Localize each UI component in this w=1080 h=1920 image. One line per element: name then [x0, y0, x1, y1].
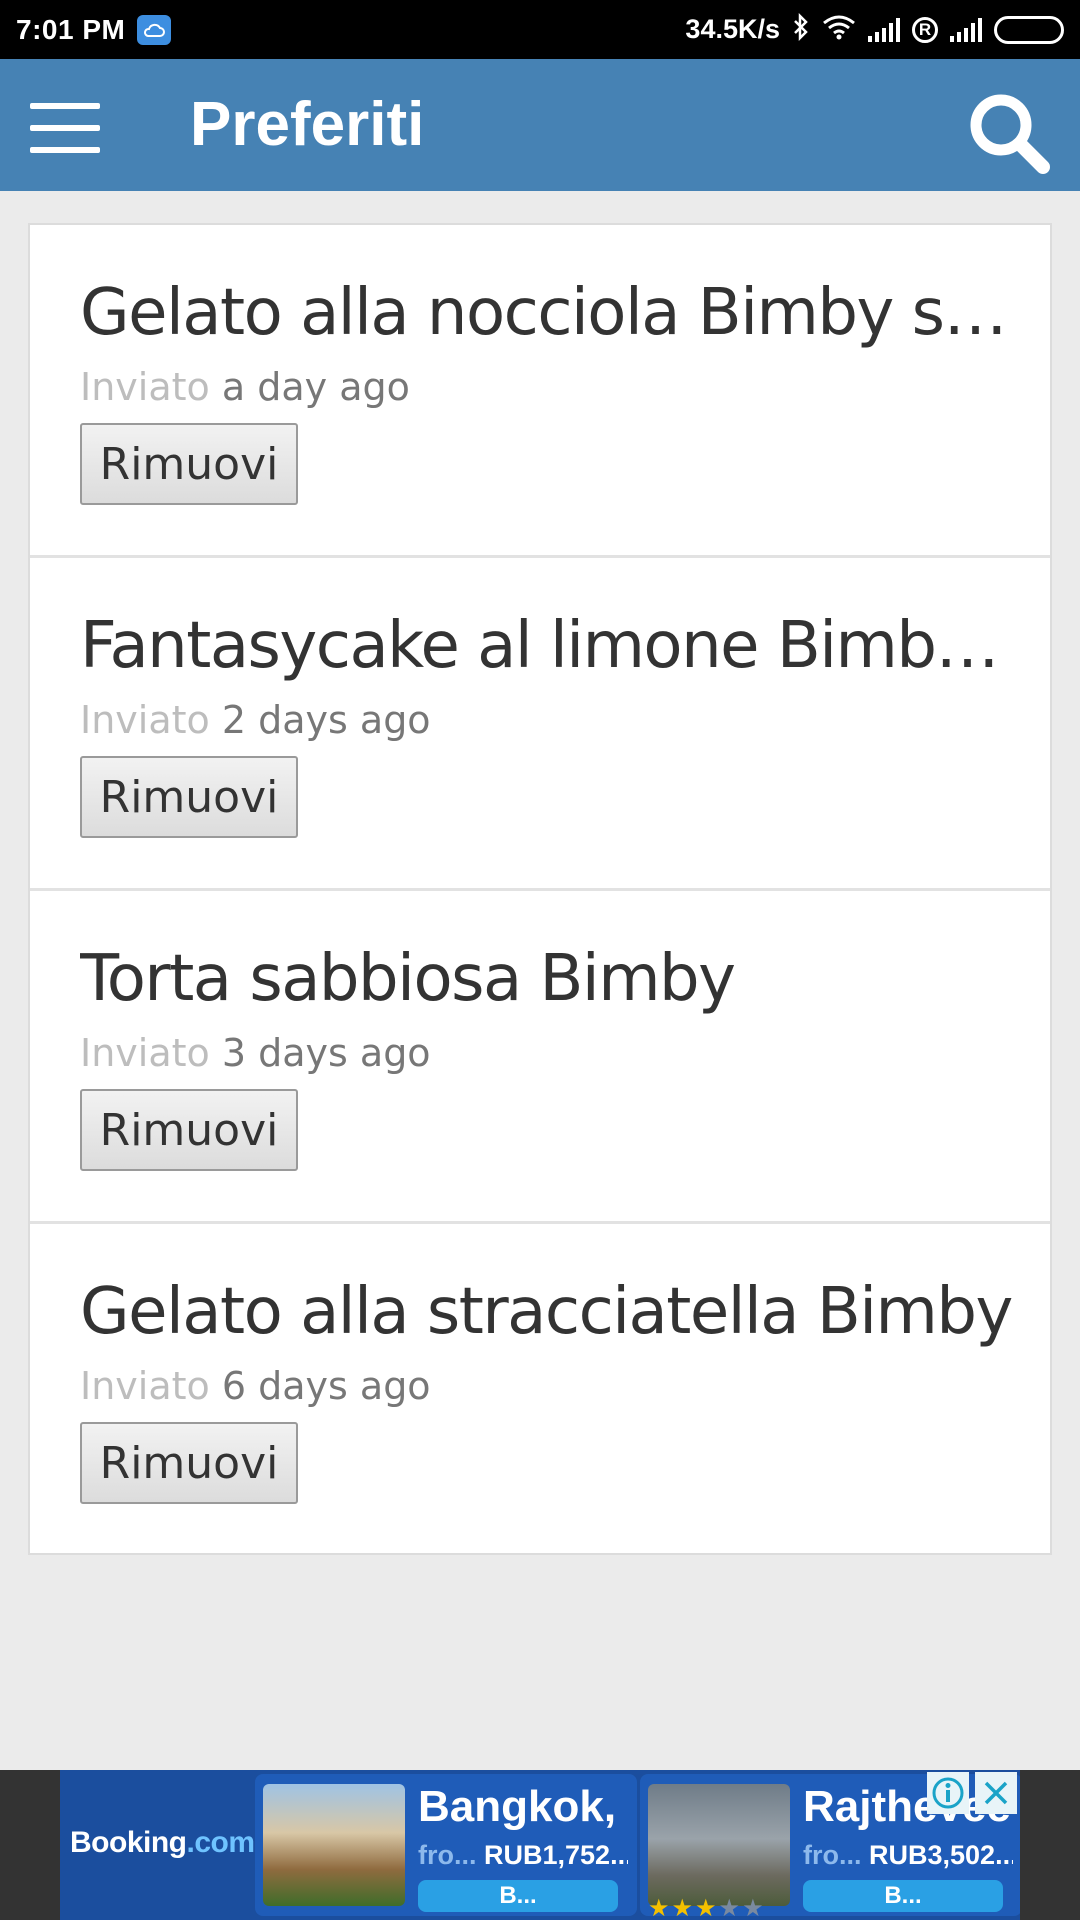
status-bar: 7:01 PM 34.5K/s R — [0, 0, 1080, 59]
ad-info-icon[interactable] — [927, 1772, 969, 1814]
ad-price: fro... RUB3,502... — [803, 1840, 1013, 1871]
battery-icon — [994, 15, 1064, 44]
list-item[interactable]: Torta sabbiosa Bimby Inviato 3 days ago … — [30, 891, 1050, 1224]
ad-city: Bangkok, — [418, 1782, 617, 1831]
app-bar: Preferiti — [0, 59, 1080, 191]
favorites-list: Gelato alla nocciola Bimby super... Invi… — [28, 223, 1052, 1555]
search-icon[interactable] — [965, 89, 1050, 174]
ad-price-value: RUB3,502... — [869, 1840, 1013, 1870]
recipe-title[interactable]: Gelato alla stracciatella Bimby — [80, 1272, 1035, 1352]
remove-button[interactable]: Rimuovi — [80, 1089, 298, 1171]
sent-time: Inviato 2 days ago — [80, 696, 431, 744]
ad-card[interactable]: Bangkok, fro... RUB1,752... B... — [255, 1774, 637, 1916]
wifi-icon — [822, 14, 856, 45]
page-title: Preferiti — [190, 90, 425, 159]
recipe-title[interactable]: Fantasycake al limone Bimby ide... — [80, 606, 1035, 686]
recipe-title[interactable]: Torta sabbiosa Bimby — [80, 939, 1035, 1019]
sent-label: Inviato — [80, 1364, 210, 1408]
list-item[interactable]: Fantasycake al limone Bimby ide... Invia… — [30, 558, 1050, 891]
sent-time-value: 3 days ago — [221, 1031, 431, 1075]
stars-on: ★★★ — [648, 1895, 719, 1920]
recipe-title[interactable]: Gelato alla nocciola Bimby super... — [80, 273, 1035, 353]
sent-time: Inviato a day ago — [80, 363, 410, 411]
sent-label: Inviato — [80, 365, 210, 409]
signal-icon — [868, 17, 900, 42]
sent-label: Inviato — [80, 1031, 210, 1075]
sent-time-value: 2 days ago — [221, 698, 431, 742]
roaming-icon: R — [912, 16, 938, 43]
hamburger-menu-icon[interactable] — [30, 103, 100, 153]
sent-time: Inviato 3 days ago — [80, 1029, 431, 1077]
sent-time: Inviato 6 days ago — [80, 1362, 431, 1410]
list-item[interactable]: Gelato alla stracciatella Bimby Inviato … — [30, 1224, 1050, 1553]
ad-book-button[interactable]: B... — [803, 1880, 1003, 1912]
ad-book-button[interactable]: B... — [418, 1880, 618, 1912]
ad-from: fro... — [803, 1840, 862, 1870]
sent-time-value: 6 days ago — [221, 1364, 431, 1408]
hotel-image — [263, 1784, 405, 1906]
network-speed: 34.5K/s — [685, 14, 780, 44]
bluetooth-icon — [792, 12, 810, 46]
list-item[interactable]: Gelato alla nocciola Bimby super... Invi… — [30, 225, 1050, 558]
sent-time-value: a day ago — [221, 365, 410, 409]
ad-close-icon[interactable] — [975, 1772, 1017, 1814]
remove-button[interactable]: Rimuovi — [80, 423, 298, 505]
star-rating: ★★★★★ — [648, 1894, 766, 1920]
booking-logo-main: Booking — [70, 1826, 187, 1859]
ad-from: fro... — [418, 1840, 477, 1870]
ad-price: fro... RUB1,752... — [418, 1840, 628, 1871]
remove-button[interactable]: Rimuovi — [80, 1422, 298, 1504]
ad-price-value: RUB1,752... — [484, 1840, 628, 1870]
cloud-icon — [137, 14, 172, 45]
hotel-image — [648, 1784, 790, 1906]
booking-logo-domain: .com — [186, 1826, 256, 1859]
sent-label: Inviato — [80, 698, 210, 742]
booking-logo[interactable]: Booking.com — [70, 1826, 255, 1860]
status-time: 7:01 PM — [16, 13, 126, 45]
stars-off: ★★ — [718, 1895, 766, 1920]
remove-button[interactable]: Rimuovi — [80, 756, 298, 838]
ad-banner[interactable]: Booking.com Bangkok, fro... RUB1,752... … — [60, 1770, 1020, 1920]
signal-icon — [950, 17, 982, 42]
